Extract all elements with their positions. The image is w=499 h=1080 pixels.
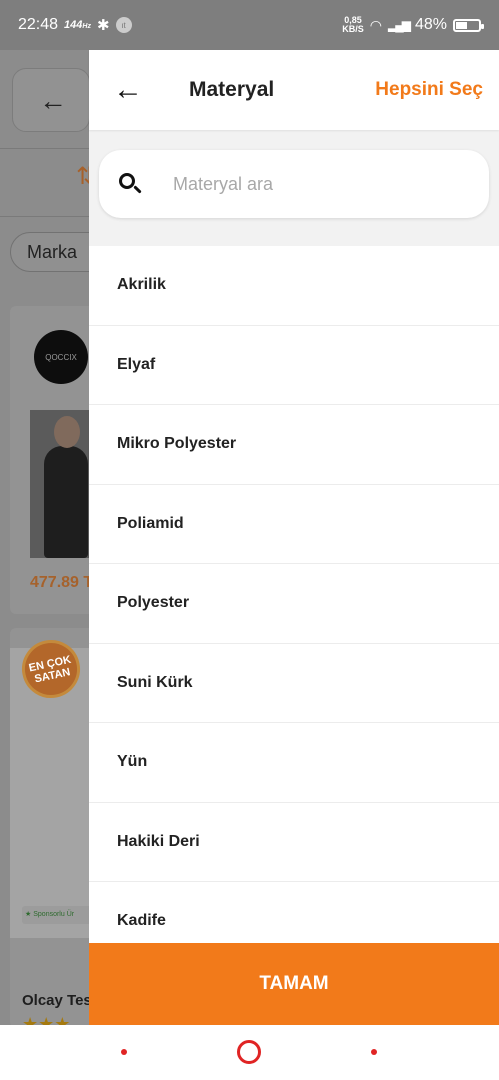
list-item-mikro-polyester[interactable]: Mikro Polyester (89, 405, 499, 485)
bluetooth-icon: ✱ (96, 17, 110, 34)
product-price: 477.89 T (30, 574, 94, 591)
speed-unit: KB/S (342, 24, 364, 34)
status-bar: 22:48 144Hz ✱ ıt 0,85 KB/S ◠ ▂▄▆ 48% (0, 0, 499, 50)
home-button[interactable] (237, 1040, 261, 1064)
signal-icon: ▂▄▆ (388, 18, 411, 32)
recents-button[interactable] (121, 1049, 127, 1055)
background-back-button: ← (12, 68, 90, 132)
person-figure (44, 446, 88, 558)
notification-icon: ıt (115, 17, 132, 33)
list-item-suni-kurk[interactable]: Suni Kürk (89, 644, 499, 723)
star-icon: ★ (25, 911, 34, 918)
brand-logo: QOCCIX (34, 330, 88, 384)
list-item-elyaf[interactable]: Elyaf (89, 326, 499, 405)
refresh-rate: 144Hz (64, 19, 91, 31)
refresh-value: 144 (64, 19, 83, 31)
material-list: Akrilik Elyaf Mikro Polyester Poliamid P… (89, 246, 499, 943)
wifi-icon: ◠ (369, 16, 382, 33)
sponsored-text: Sponsorlu Ür (33, 911, 75, 918)
navigation-bar (0, 1025, 499, 1080)
battery-icon (453, 18, 484, 32)
confirm-button[interactable]: TAMAM (89, 943, 499, 1025)
drawer-header: ← Materyal Hepsini Seç (89, 50, 499, 130)
seller-name: Olcay Tes (22, 992, 92, 1009)
status-bar-right: 0,85 KB/S ◠ ▂▄▆ 48% (342, 16, 484, 34)
select-all-button[interactable]: Hepsini Seç (375, 79, 483, 101)
material-filter-drawer: ← Materyal Hepsini Seç Akrilik Elyaf Mik… (89, 50, 499, 1025)
list-item-kadife[interactable]: Kadife (89, 882, 499, 943)
list-item-poliamid[interactable]: Poliamid (89, 485, 499, 564)
list-item-polyester[interactable]: Polyester (89, 564, 499, 644)
refresh-unit: Hz (82, 23, 91, 30)
status-bar-left: 22:48 144Hz ✱ ıt (18, 16, 132, 34)
battery-percent: 48% (414, 16, 447, 33)
back-arrow-icon: ← (39, 85, 67, 116)
search-box[interactable] (99, 150, 489, 218)
list-item-yun[interactable]: Yün (89, 723, 499, 803)
back-arrow-icon[interactable]: ← (113, 75, 153, 105)
drawer-title: Materyal (189, 78, 275, 101)
network-speed: 0,85 KB/S (342, 16, 364, 34)
person-head (54, 416, 80, 448)
back-nav-button[interactable] (371, 1049, 377, 1055)
list-item-hakiki-deri[interactable]: Hakiki Deri (89, 803, 499, 882)
search-container (89, 130, 499, 246)
search-input[interactable] (173, 173, 471, 195)
battery-fill (456, 21, 467, 29)
search-icon (117, 171, 143, 197)
screen: 22:48 144Hz ✱ ıt 0,85 KB/S ◠ ▂▄▆ 48% ← ⇅ … (0, 0, 499, 1080)
list-item-akrilik[interactable]: Akrilik (89, 246, 499, 326)
clock: 22:48 (18, 16, 59, 33)
